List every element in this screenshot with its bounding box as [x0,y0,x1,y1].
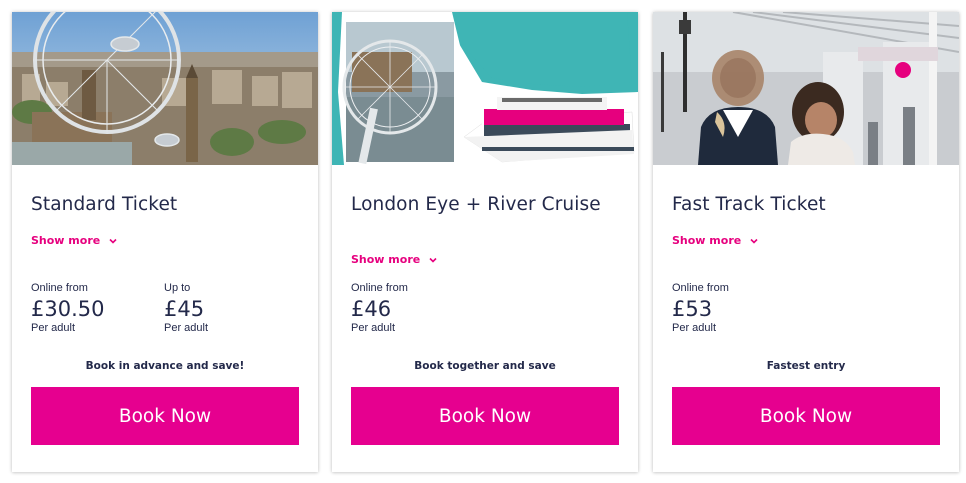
price-online-from: Online from £53 Per adult [672,282,729,335]
price-online-from: Online from £46 Per adult [351,282,408,335]
price-label: Up to [164,282,191,294]
ticket-cards: Standard Ticket Show more Online from £3… [0,0,966,483]
london-eye-skyline-image [12,12,318,165]
fast-track-entrance-image [653,12,959,165]
price-online-from: Online from £30.50 Per adult [31,282,104,335]
chevron-down-icon [750,238,758,244]
london-eye-river-cruise-image [332,12,638,165]
price-label: Online from [672,282,729,294]
book-now-button[interactable]: Book Now [31,387,299,445]
ticket-tagline: Fastest entry [766,360,846,372]
price-value: £45 [164,297,205,321]
show-more-link[interactable]: Show more [351,253,438,266]
ticket-card-standard: Standard Ticket Show more Online from £3… [12,12,318,472]
price-value: £46 [351,297,392,321]
show-more-link[interactable]: Show more [672,234,759,247]
ticket-title: Fast Track Ticket [672,194,826,215]
book-now-button[interactable]: Book Now [351,387,619,445]
show-more-link[interactable]: Show more [31,234,118,247]
price-unit: Per adult [351,322,396,334]
price-unit: Per adult [672,322,717,334]
ticket-card-fast-track: Fast Track Ticket Show more Online from … [653,12,959,472]
ticket-tagline: Book in advance and save! [85,360,245,372]
ticket-title: Standard Ticket [31,194,178,215]
chevron-down-icon [109,238,117,244]
price-value: £30.50 [31,297,105,321]
show-more-label: Show more [31,234,101,247]
show-more-label: Show more [351,253,421,266]
book-now-button[interactable]: Book Now [672,387,940,445]
ticket-card-river-cruise: London Eye + River Cruise Show more Onli… [332,12,638,472]
ticket-title: London Eye + River Cruise [351,194,601,215]
ticket-tagline: Book together and save [414,360,556,372]
price-unit: Per adult [31,322,76,334]
chevron-down-icon [429,257,437,263]
show-more-label: Show more [672,234,742,247]
price-value: £53 [672,297,713,321]
price-unit: Per adult [164,322,209,334]
price-label: Online from [351,282,408,294]
price-up-to: Up to £45 Per adult [164,282,208,335]
price-label: Online from [31,282,88,294]
